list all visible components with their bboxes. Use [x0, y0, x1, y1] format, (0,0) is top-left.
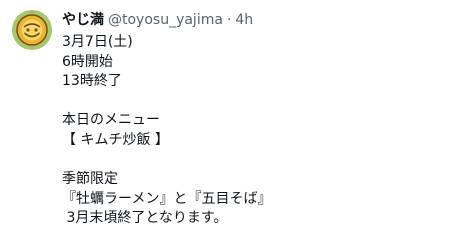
post-header: やじ満 @toyosu_yajima · 4h [62, 10, 253, 30]
post-line [62, 151, 462, 171]
bowl-logo-icon [12, 10, 52, 50]
post-line [62, 92, 462, 112]
post-text: 3月7日(土) 6時開始 13時終了 本日のメニュー 【 キムチ炒飯 】 季節限… [62, 33, 462, 229]
post-line: 本日のメニュー [62, 112, 160, 129]
post-line: 6時開始 [62, 53, 113, 70]
post-line: 13時終了 [62, 73, 122, 90]
post-line: 季節限定 [62, 171, 118, 188]
post-line: 3月7日(土) [62, 34, 133, 50]
display-name[interactable]: やじ満 [62, 10, 104, 30]
post-timestamp[interactable]: 4h [235, 10, 253, 30]
post-line: 『牡蠣ラーメン』と『五目そば』 [62, 190, 272, 207]
post: やじ満 @toyosu_yajima · 4h 3月7日(土) 6時開始 13時… [0, 0, 474, 241]
avatar[interactable] [12, 10, 52, 50]
user-handle[interactable]: @toyosu_yajima [108, 10, 223, 30]
post-line: 3月末頃終了となります。 [62, 210, 228, 227]
post-line: 【 キムチ炒飯 】 [62, 131, 169, 148]
separator-dot: · [226, 12, 232, 28]
